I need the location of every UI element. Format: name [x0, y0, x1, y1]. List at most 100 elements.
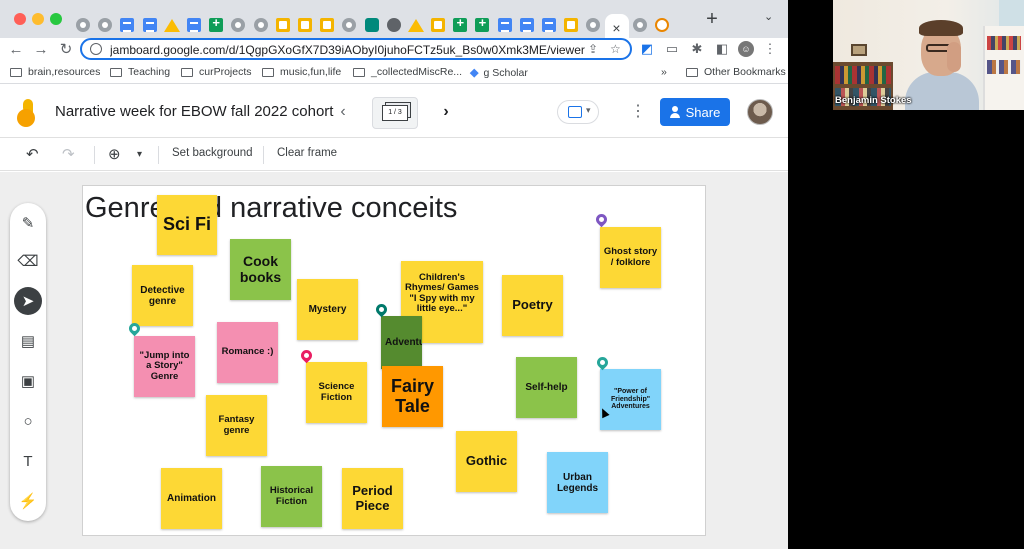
- sticky-note[interactable]: Romance :): [217, 322, 278, 383]
- puzzle-extensions-icon[interactable]: ✱: [689, 41, 705, 57]
- tab[interactable]: [338, 14, 360, 36]
- tab[interactable]: [516, 14, 538, 36]
- bookmark-folder[interactable]: _collectedMiscRe...: [353, 66, 462, 78]
- sticky-note[interactable]: Animation: [161, 468, 222, 529]
- tab[interactable]: [471, 14, 493, 36]
- close-window-button[interactable]: [14, 13, 26, 25]
- sticky-note[interactable]: Detective genre: [132, 265, 193, 326]
- tab-close-icon[interactable]: ×: [612, 20, 620, 36]
- tab[interactable]: [538, 14, 560, 36]
- tab-search-icon[interactable]: ⌄: [764, 10, 773, 23]
- side-panel-icon[interactable]: ◧: [714, 41, 730, 57]
- bookmark-folder[interactable]: Teaching: [110, 66, 170, 78]
- sticky-note[interactable]: Urban Legends: [547, 452, 608, 513]
- back-arrow-icon[interactable]: ←: [6, 40, 26, 60]
- bookmark-star-icon[interactable]: ☆: [610, 42, 621, 56]
- tab[interactable]: [582, 14, 604, 36]
- pen-icon[interactable]: ✎: [14, 209, 42, 237]
- sticky-note-icon[interactable]: ▤: [14, 327, 42, 355]
- sticky-note[interactable]: Self-help: [516, 357, 577, 418]
- sticky-note[interactable]: Historical Fiction: [261, 466, 322, 527]
- sticky-note[interactable]: Poetry: [502, 275, 563, 336]
- sticky-note[interactable]: "Jump into a Story" Genre: [134, 336, 195, 397]
- tab[interactable]: [72, 14, 94, 36]
- set-background-button[interactable]: Set background: [172, 147, 253, 159]
- tab[interactable]: [360, 14, 382, 36]
- tab[interactable]: [250, 14, 272, 36]
- tab[interactable]: [161, 14, 183, 36]
- tab[interactable]: [116, 14, 138, 36]
- tab[interactable]: [494, 14, 516, 36]
- zoom-dropdown-icon[interactable]: ▾: [137, 149, 142, 160]
- bookmark-link[interactable]: ◆ g Scholar: [470, 66, 528, 80]
- more-bookmarks-button[interactable]: »: [661, 66, 667, 78]
- tab[interactable]: [205, 14, 227, 36]
- sticky-note[interactable]: Period Piece: [342, 468, 403, 529]
- url-text[interactable]: jamboard.google.com/d/1QgpGXoGfX7D39iAOb…: [110, 43, 585, 57]
- site-info-icon[interactable]: [90, 43, 102, 55]
- tab[interactable]: [139, 14, 161, 36]
- sticky-note[interactable]: Sci Fi: [157, 195, 217, 255]
- tab[interactable]: [560, 14, 582, 36]
- jamboard-logo-icon[interactable]: [17, 99, 37, 127]
- folder-icon: [110, 67, 122, 77]
- address-bar[interactable]: jamboard.google.com/d/1QgpGXoGfX7D39iAOb…: [80, 38, 632, 60]
- extension-icon[interactable]: ▭: [664, 41, 680, 57]
- text-box-icon[interactable]: T: [14, 447, 42, 475]
- bookmark-folder[interactable]: Other Bookmarks: [686, 66, 786, 78]
- document-title[interactable]: Narrative week for EBOW fall 2022 cohort: [55, 103, 333, 120]
- clear-frame-button[interactable]: Clear frame: [277, 147, 337, 159]
- sticky-note[interactable]: "Power of Friendship" Adventures: [600, 369, 661, 430]
- select-icon[interactable]: ➤: [14, 287, 42, 315]
- sticky-note[interactable]: Science Fiction: [306, 362, 367, 423]
- laser-icon[interactable]: ⚡: [14, 487, 42, 515]
- tab[interactable]: [272, 14, 294, 36]
- extension-icon[interactable]: ◩: [639, 41, 655, 57]
- browser-window: × + ⌄ ← → ↻ jamboard.google.com/d/1QgpGX…: [0, 0, 788, 549]
- reload-icon[interactable]: ↻: [56, 40, 76, 60]
- circle-icon[interactable]: ○: [14, 407, 42, 435]
- bookmark-folder[interactable]: brain,resources: [10, 66, 100, 78]
- sticky-note[interactable]: Mystery: [297, 279, 358, 340]
- more-options-icon[interactable]: ⋮: [630, 102, 646, 122]
- jam-frame[interactable]: Genre and narrative conceits Sci Fi Cook…: [82, 185, 706, 536]
- tab[interactable]: [94, 14, 116, 36]
- zoom-icon[interactable]: ⊕: [108, 145, 121, 163]
- zoom-window-button[interactable]: [50, 13, 62, 25]
- tab[interactable]: [405, 14, 427, 36]
- frame-title[interactable]: Genre and narrative conceits: [85, 192, 457, 225]
- frame-picker-button[interactable]: 1 / 3: [372, 97, 418, 129]
- profile-avatar-icon[interactable]: ☺: [738, 41, 754, 57]
- tab[interactable]: [383, 14, 405, 36]
- share-button[interactable]: Share: [660, 98, 730, 126]
- sticky-note[interactable]: Gothic: [456, 431, 517, 492]
- tab[interactable]: [183, 14, 205, 36]
- sticky-note[interactable]: Fantasy genre: [206, 395, 267, 456]
- sticky-note[interactable]: Ghost story / folklore: [600, 227, 661, 288]
- tab[interactable]: [316, 14, 338, 36]
- next-frame-button[interactable]: ›: [436, 102, 456, 122]
- eraser-icon[interactable]: ⌫: [14, 247, 42, 275]
- tab[interactable]: [629, 14, 651, 36]
- tab[interactable]: [294, 14, 316, 36]
- sticky-note[interactable]: Fairy Tale: [382, 366, 443, 427]
- sticky-note[interactable]: Adventure: [381, 316, 422, 369]
- tab[interactable]: [651, 14, 673, 36]
- bookmark-folder[interactable]: music,fun,life: [262, 66, 341, 78]
- prev-frame-button[interactable]: ‹: [333, 102, 353, 122]
- new-tab-button[interactable]: +: [702, 8, 722, 30]
- tab[interactable]: [449, 14, 471, 36]
- tab[interactable]: [427, 14, 449, 36]
- bookmark-folder[interactable]: curProjects: [181, 66, 252, 78]
- tab[interactable]: [227, 14, 249, 36]
- forward-arrow-icon[interactable]: →: [31, 40, 51, 60]
- sticky-note[interactable]: Cook books: [230, 239, 291, 300]
- redo-icon[interactable]: ↷: [62, 145, 75, 163]
- undo-icon[interactable]: ↶: [26, 145, 39, 163]
- image-icon[interactable]: ▣: [14, 367, 42, 395]
- browser-menu-icon[interactable]: ⋮: [762, 41, 778, 57]
- cast-to-meeting-button[interactable]: ▾: [557, 100, 599, 124]
- share-page-icon[interactable]: ⇪: [588, 42, 598, 56]
- avatar[interactable]: [747, 99, 773, 125]
- minimize-window-button[interactable]: [32, 13, 44, 25]
